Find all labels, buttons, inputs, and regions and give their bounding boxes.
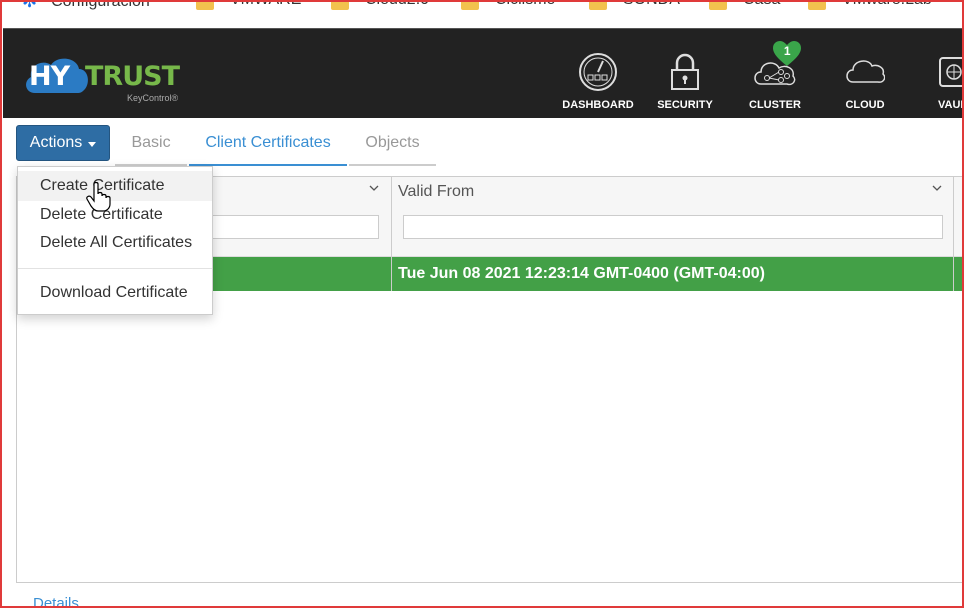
bookmark-casa[interactable]: Casa bbox=[709, 0, 780, 10]
chevron-down-icon[interactable] bbox=[932, 183, 942, 193]
nav-cloud[interactable]: CLOUD bbox=[820, 49, 910, 111]
column-header-valid-from[interactable]: Valid From bbox=[398, 183, 474, 201]
nav-security-label: SECURITY bbox=[657, 99, 713, 111]
menu-divider bbox=[18, 268, 212, 269]
hytrust-logo[interactable]: HY TRUST KeyControl® bbox=[23, 55, 193, 105]
bookmark-ciclismo[interactable]: Ciclismo bbox=[461, 0, 555, 10]
nav-dashboard-label: DASHBOARD bbox=[562, 99, 634, 111]
bookmark-vmware-lab[interactable]: VMware.Lab bbox=[808, 0, 932, 10]
menu-item-delete-all-certificates[interactable]: Delete All Certificates bbox=[18, 228, 212, 258]
chevron-down-icon[interactable] bbox=[369, 183, 379, 193]
nav-vault-label: VAULT bbox=[938, 99, 964, 111]
folder-icon bbox=[461, 0, 479, 10]
app-header: HY TRUST KeyControl® DASHBOARD SECURITY … bbox=[3, 28, 964, 118]
nav-cluster-label: CLUSTER bbox=[749, 99, 801, 111]
table-cell-valid-from: Tue Jun 08 2021 12:23:14 GMT-0400 (GMT-0… bbox=[398, 265, 765, 282]
nav-cluster[interactable]: 1 CLUSTER bbox=[730, 41, 820, 111]
hand-cursor-icon bbox=[86, 182, 111, 212]
bookmark-vmware[interactable]: VMWARE bbox=[196, 0, 301, 10]
folder-icon bbox=[709, 0, 727, 10]
nav-dashboard[interactable]: DASHBOARD bbox=[553, 49, 643, 111]
column-divider[interactable] bbox=[391, 177, 392, 291]
menu-item-download-certificate[interactable]: Download Certificate bbox=[18, 278, 212, 308]
menu-item-delete-certificate[interactable]: Delete Certificate bbox=[18, 200, 212, 230]
nav-security[interactable]: SECURITY bbox=[640, 49, 730, 111]
cluster-badge: 1 bbox=[773, 41, 802, 67]
nav-cloud-label: CLOUD bbox=[845, 99, 885, 111]
tab-basic[interactable]: Basic bbox=[115, 122, 187, 166]
cloud-icon bbox=[846, 60, 885, 83]
gear-icon: ✻ bbox=[22, 0, 38, 11]
bookmark-configuracion[interactable]: ✻ Configuración bbox=[22, 0, 150, 12]
lock-icon bbox=[671, 53, 699, 90]
tab-client-certificates[interactable]: Client Certificates bbox=[189, 122, 347, 166]
folder-icon bbox=[808, 0, 826, 10]
vault-icon bbox=[939, 57, 964, 87]
folder-icon bbox=[331, 0, 349, 10]
filter-input-valid-from[interactable] bbox=[403, 215, 943, 239]
bookmark-sonda[interactable]: SONDA bbox=[589, 0, 680, 10]
folder-icon bbox=[196, 0, 214, 10]
nav-vault[interactable]: VAULT bbox=[906, 49, 964, 111]
folder-icon bbox=[589, 0, 607, 10]
bookmark-cloud2[interactable]: Cloud2.0 bbox=[331, 0, 429, 10]
tab-objects[interactable]: Objects bbox=[349, 122, 436, 166]
dashboard-gauge-icon bbox=[579, 53, 617, 91]
column-divider[interactable] bbox=[953, 177, 954, 291]
bookmarks-bar: ✻ Configuración VMWARE Cloud2.0 Ciclismo… bbox=[0, 0, 964, 28]
details-link[interactable]: Details bbox=[33, 595, 79, 608]
actions-button[interactable]: Actions bbox=[16, 125, 110, 161]
actions-dropdown-menu: Create Certificate Delete Certificate De… bbox=[17, 166, 213, 315]
menu-item-create-certificate[interactable]: Create Certificate bbox=[18, 171, 212, 201]
caret-down-icon bbox=[88, 141, 97, 147]
